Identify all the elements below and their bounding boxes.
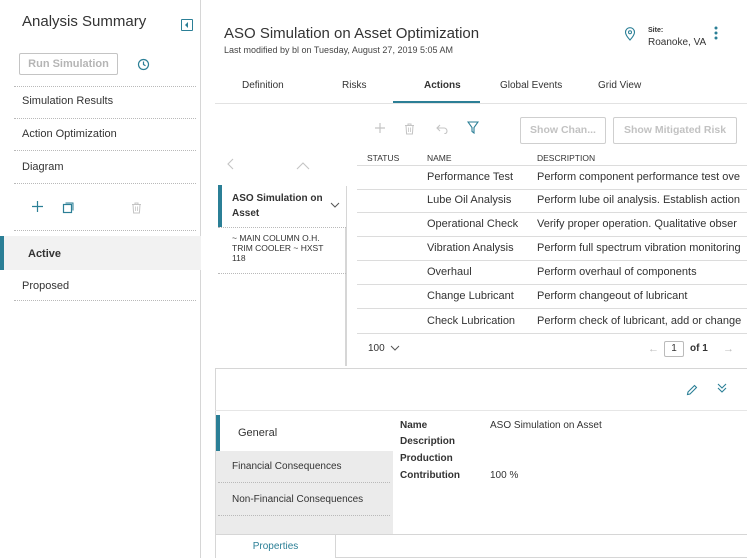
state-active-label: Active [28, 248, 62, 260]
location-pin-icon [624, 27, 636, 41]
page-count: of 1 [690, 343, 708, 354]
tab-grid-view[interactable]: Grid View [598, 80, 641, 91]
table-row[interactable]: Performance Test Perform component perfo… [357, 167, 747, 190]
property-value: ASO Simulation on Asset [490, 420, 602, 431]
side-tab-financial-consequences[interactable]: Financial Consequences [232, 461, 342, 472]
divider [218, 482, 390, 483]
divider [218, 273, 346, 274]
copy-icon[interactable] [62, 202, 74, 214]
cell-name: Check Lubrication [427, 315, 516, 327]
property-key: Description [400, 436, 456, 447]
last-modified-text: Last modified by bl on Tuesday, August 2… [224, 45, 453, 55]
cell-description: Perform check of lubricant, add or chang… [537, 315, 742, 327]
cell-description: Perform overhaul of components [537, 266, 697, 278]
table-row[interactable]: Lube Oil Analysis Perform lube oil analy… [357, 190, 747, 213]
trash-icon[interactable] [404, 123, 415, 135]
menu-simulation-results[interactable]: Simulation Results [22, 95, 113, 107]
table-row[interactable]: Check Lubrication Perform check of lubri… [357, 311, 747, 334]
edit-pencil-icon[interactable] [686, 384, 698, 396]
side-tab-general-label: General [238, 427, 278, 439]
undo-icon[interactable] [436, 124, 448, 134]
chevron-down-icon[interactable] [390, 345, 400, 351]
cell-name: Overhaul [427, 266, 472, 278]
active-tab-indicator [393, 101, 480, 103]
divider [215, 410, 747, 411]
add-icon[interactable] [31, 200, 44, 213]
tab-global-events[interactable]: Global Events [500, 80, 562, 91]
property-value: 100 % [490, 470, 519, 481]
trash-icon[interactable] [131, 202, 142, 214]
previous-page-arrow[interactable]: ← [648, 343, 659, 355]
property-key: Production [400, 453, 453, 464]
cell-description: Verify proper operation. Qualitative obs… [537, 218, 737, 230]
site-value[interactable]: Roanoke, VA [648, 37, 706, 48]
double-chevron-down-icon[interactable] [716, 382, 728, 394]
divider [14, 150, 196, 151]
table-row[interactable]: Operational Check Verify proper operatio… [357, 214, 747, 237]
filter-icon[interactable] [467, 121, 479, 134]
table-row[interactable]: Overhaul Perform overhaul of components [357, 262, 747, 285]
cell-description: Perform lube oil analysis. Establish act… [537, 194, 740, 206]
state-proposed-item[interactable]: Proposed [22, 280, 69, 292]
nav-asset-label: ASO Simulation on Asset [232, 193, 323, 219]
side-tab-non-financial-consequences[interactable]: Non-Financial Consequences [232, 494, 363, 505]
show-mitigated-risk-button[interactable]: Show Mitigated Risk [613, 117, 737, 144]
tabs-baseline [215, 103, 747, 104]
cell-name: Lube Oil Analysis [427, 194, 512, 206]
cell-description: Perform changeout of lubricant [537, 290, 688, 302]
divider [14, 230, 196, 231]
property-key: Name [400, 420, 428, 431]
table-row[interactable]: Vibration Analysis Perform full spectrum… [357, 238, 747, 261]
kebab-menu-icon[interactable] [714, 26, 718, 40]
site-label: Site: [648, 27, 664, 34]
nav-child-item[interactable]: ~ MAIN COLUMN O.H. TRIM COOLER ~ HXST 11… [232, 233, 337, 263]
column-status[interactable]: STATUS [367, 153, 399, 163]
table-row[interactable]: Change Lubricant Perform changeout of lu… [357, 286, 747, 309]
cell-name: Vibration Analysis [427, 242, 514, 254]
tab-definition[interactable]: Definition [242, 80, 284, 91]
tab-actions[interactable]: Actions [424, 80, 461, 91]
divider [14, 183, 196, 184]
next-page-arrow[interactable]: → [723, 343, 734, 355]
history-icon[interactable] [137, 58, 150, 71]
chevron-down-icon[interactable] [330, 202, 340, 208]
tab-risks[interactable]: Risks [342, 80, 366, 91]
page-size-select[interactable]: 100 [368, 343, 385, 354]
page-number-input[interactable]: 1 [664, 341, 684, 357]
chevron-up-icon[interactable] [296, 162, 310, 170]
tab-properties[interactable]: Properties [216, 535, 336, 558]
cell-name: Operational Check [427, 218, 519, 230]
collapse-panel-icon[interactable] [181, 19, 193, 31]
divider [218, 227, 346, 228]
chevron-left-icon[interactable] [226, 158, 234, 170]
left-panel [0, 0, 201, 558]
cell-name: Change Lubricant [427, 290, 514, 302]
run-simulation-button[interactable]: Run Simulation [19, 53, 118, 75]
menu-action-optimization[interactable]: Action Optimization [22, 128, 117, 140]
page-title: ASO Simulation on Asset Optimization [224, 25, 480, 42]
cell-description: Perform full spectrum vibration monitori… [537, 242, 741, 254]
property-key: Contribution [400, 470, 460, 481]
panel-title: Analysis Summary [22, 13, 147, 30]
divider [14, 86, 196, 87]
cell-name: Performance Test [427, 171, 514, 183]
divider [14, 118, 196, 119]
show-changes-button[interactable]: Show Chan... [520, 117, 606, 144]
divider [14, 300, 196, 301]
divider [218, 515, 390, 516]
column-description[interactable]: DESCRIPTION [537, 153, 595, 163]
add-icon[interactable] [374, 122, 386, 134]
menu-diagram[interactable]: Diagram [22, 161, 64, 173]
cell-description: Perform component performance test ove [537, 171, 740, 183]
column-name[interactable]: NAME [427, 153, 452, 163]
